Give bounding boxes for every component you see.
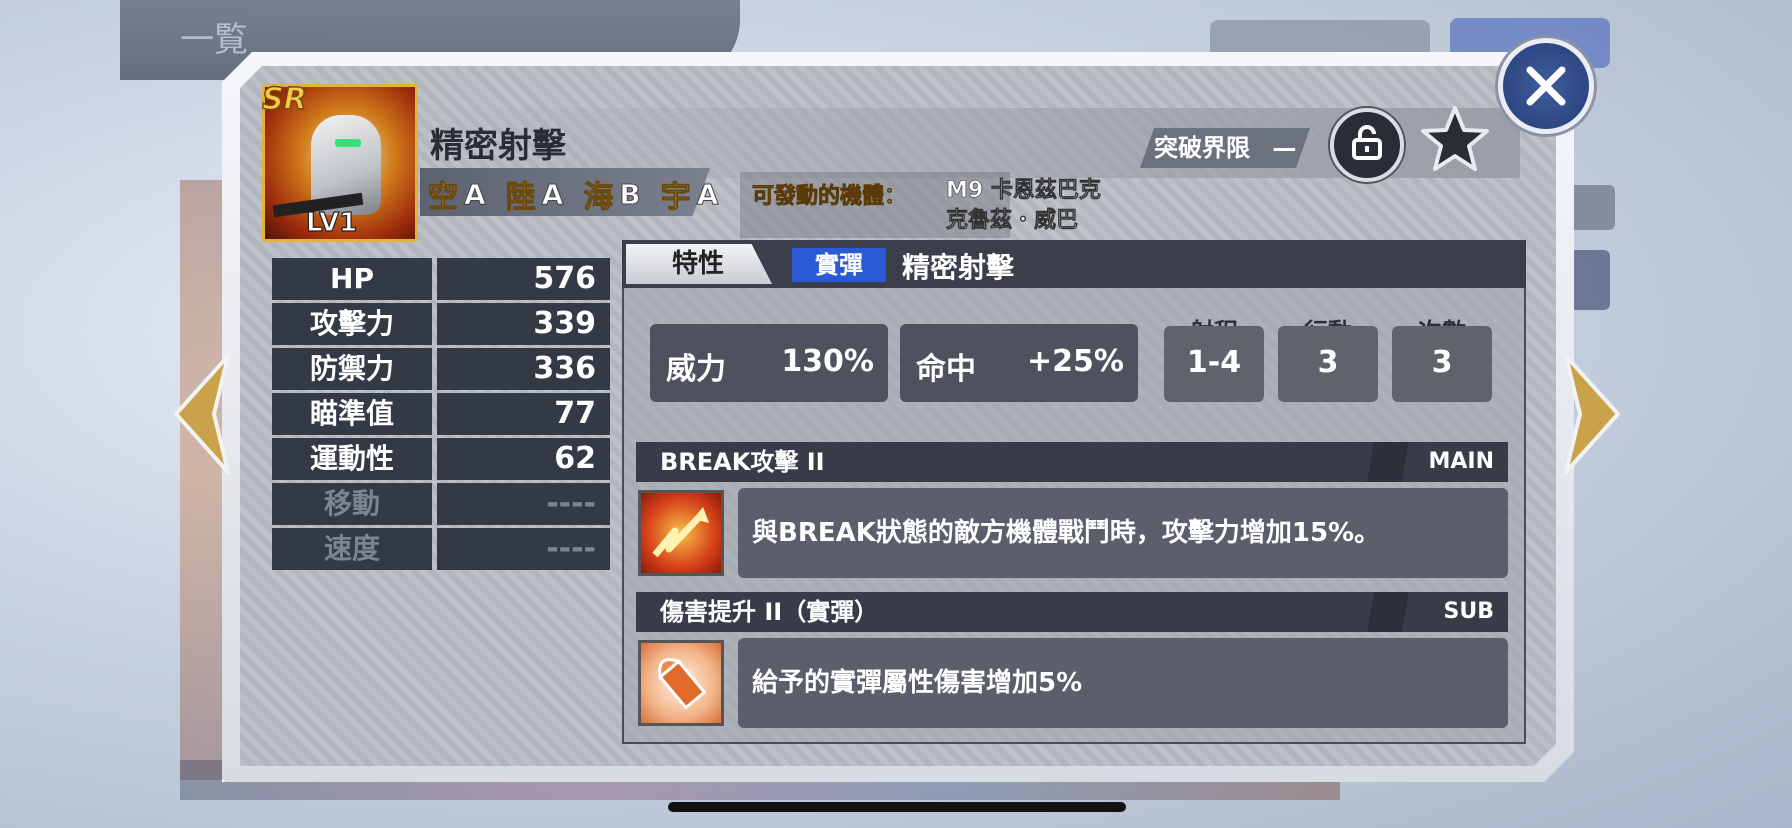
- stat-row-hp: HP 576: [272, 258, 610, 300]
- stat-row-mobility: 運動性 62: [272, 438, 610, 480]
- usable-units-list: M9 卡恩茲巴克 克魯茲・威巴: [946, 176, 1101, 236]
- unlock-icon: [1352, 125, 1382, 160]
- weapon-name: 精密射擊: [902, 251, 1015, 284]
- tab-trait[interactable]: 特性: [626, 244, 772, 284]
- rarity-badge: SR: [261, 81, 307, 118]
- stat-label: 防禦力: [272, 348, 432, 390]
- stat-value: 62: [437, 438, 610, 480]
- ability-header-sub: 傷害提升 II（實彈） SUB: [636, 592, 1508, 632]
- previous-arrow-icon[interactable]: [172, 352, 232, 476]
- stat-row-speed: 速度 ----: [272, 528, 610, 570]
- close-icon: [1526, 66, 1566, 106]
- stat-label: 瞄準值: [272, 393, 432, 435]
- range-box: 1-4: [1164, 326, 1264, 402]
- background-back-label: 一覧: [180, 20, 248, 60]
- usable-units-label: 可發動的機體：: [752, 184, 907, 210]
- stat-label: 移動: [272, 483, 432, 525]
- action-value: 3: [1317, 345, 1339, 380]
- ability-header-main: BREAK攻擊 II MAIN: [636, 442, 1508, 482]
- stats-table: HP 576 攻擊力 339 防禦力 336 瞄準值 77 運動性 62 移動 ---- 速…: [272, 258, 610, 573]
- ammo-type-badge: 實彈: [792, 248, 886, 282]
- usable-unit: 克魯茲・威巴: [946, 208, 1079, 234]
- stat-label: HP: [272, 258, 432, 300]
- stat-value: 339: [437, 303, 610, 345]
- bullet-damage-icon: [638, 640, 724, 726]
- range-value: 1-4: [1186, 345, 1242, 380]
- break-attack-icon: [638, 490, 724, 576]
- stat-row-move: 移動 ----: [272, 483, 610, 525]
- action-box: 3: [1278, 326, 1378, 402]
- unit-level: LV1: [305, 207, 358, 238]
- skill-title: 精密射擊: [430, 126, 566, 166]
- terrain-sea-grade: B: [619, 177, 641, 211]
- terrain-space: 宇: [660, 180, 691, 216]
- terrain-air-grade: A: [464, 177, 487, 211]
- power-label: 威力: [666, 352, 726, 387]
- home-indicator: [668, 802, 1126, 812]
- ability-description: 與BREAK狀態的敵方機體戰鬥時，攻擊力增加15%。: [738, 488, 1508, 578]
- terrain-land-grade: A: [541, 177, 564, 211]
- limit-break-label: 突破界限: [1154, 134, 1250, 162]
- stat-value: ----: [437, 483, 610, 525]
- accuracy-box: 命中 +25%: [900, 324, 1138, 402]
- favorite-star-icon[interactable]: [1420, 104, 1490, 174]
- limit-break-tag: 突破界限 —: [1140, 128, 1310, 168]
- power-value: 130%: [781, 344, 874, 379]
- usable-unit: M9 卡恩茲巴克: [946, 178, 1101, 204]
- stat-value: 576: [437, 258, 610, 300]
- limit-break-value: —: [1272, 134, 1297, 162]
- stat-row-defense: 防禦力 336: [272, 348, 610, 390]
- ability-description: 給予的實彈屬性傷害增加5%: [738, 638, 1508, 728]
- terrain-air: 空: [428, 180, 459, 216]
- ability-name: BREAK攻擊 II: [660, 448, 825, 476]
- stat-row-aim: 瞄準值 77: [272, 393, 610, 435]
- stat-value: 77: [437, 393, 610, 435]
- lock-toggle-button[interactable]: [1330, 108, 1404, 182]
- terrain-ratings: 空A 陸A 海B 宇A: [428, 172, 732, 216]
- next-arrow-icon[interactable]: [1562, 352, 1622, 476]
- close-button[interactable]: [1498, 38, 1594, 134]
- stat-label: 運動性: [272, 438, 432, 480]
- stat-label: 攻擊力: [272, 303, 432, 345]
- terrain-sea: 海: [583, 180, 614, 216]
- terrain-land: 陸: [505, 180, 536, 216]
- stat-row-attack: 攻擊力 339: [272, 303, 610, 345]
- ability-tag: SUB: [1443, 599, 1494, 624]
- accuracy-label: 命中: [916, 352, 976, 387]
- ability-tag: MAIN: [1428, 449, 1494, 474]
- count-box: 3: [1392, 326, 1492, 402]
- stat-value: 336: [437, 348, 610, 390]
- power-box: 威力 130%: [650, 324, 888, 402]
- stat-label: 速度: [272, 528, 432, 570]
- terrain-space-grade: A: [696, 177, 719, 211]
- ability-name: 傷害提升 II（實彈）: [660, 598, 879, 626]
- count-value: 3: [1431, 345, 1453, 380]
- accuracy-value: +25%: [1027, 344, 1124, 379]
- stat-value: ----: [437, 528, 610, 570]
